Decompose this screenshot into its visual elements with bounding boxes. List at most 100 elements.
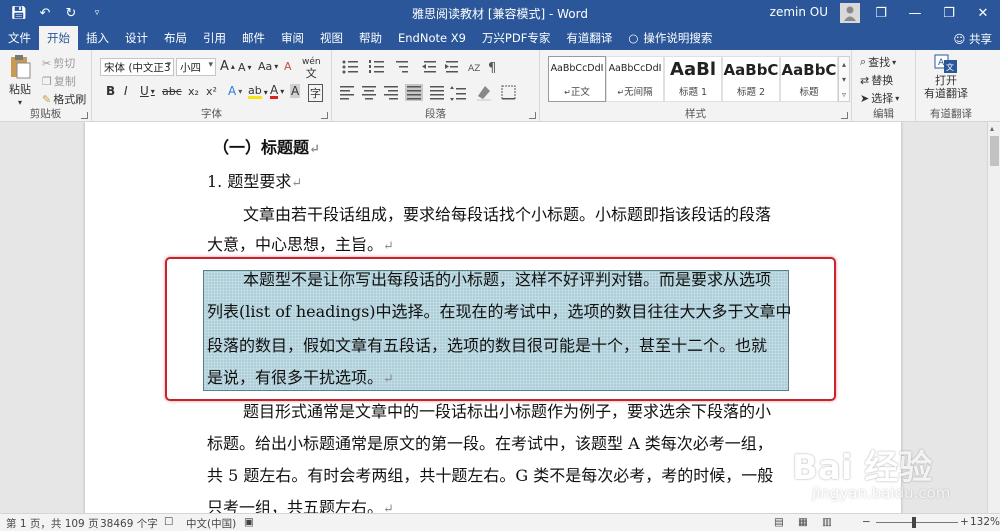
tab-home[interactable]: 开始 [39, 26, 78, 50]
style-normal[interactable]: AaBbCcDdI ↵正文 [548, 56, 606, 102]
style-title[interactable]: AaBbC 标题 [780, 56, 838, 102]
paragraph-launcher-icon[interactable] [529, 112, 536, 119]
tab-review[interactable]: 审阅 [273, 26, 312, 50]
zoom-slider-handle[interactable] [912, 517, 916, 528]
zoom-in-icon[interactable]: + [960, 516, 969, 528]
avatar[interactable] [840, 3, 860, 23]
tab-wondershare-pdf[interactable]: 万兴PDF专家 [474, 26, 558, 50]
replace-button[interactable]: ⇄ 替换 [860, 72, 893, 88]
font-name-select[interactable]: 宋体 (中文正3 ▾ [100, 58, 174, 76]
search-icon: ⌕ [860, 55, 867, 68]
tab-mailings[interactable]: 邮件 [234, 26, 273, 50]
zoom-level[interactable]: 132% [970, 516, 1000, 528]
macro-icon[interactable]: ▣ [244, 516, 254, 528]
style-no-spacing[interactable]: AaBbCcDdI ↵无间隔 [606, 56, 664, 102]
cut-button[interactable]: ✂ 剪切 [42, 55, 75, 71]
doc-text: 1. 题型要求 [207, 172, 292, 191]
find-button[interactable]: ⌕ 查找 ▾ [860, 54, 896, 70]
italic-button[interactable]: I [124, 84, 128, 98]
ribbon-display-icon[interactable]: ❐ [864, 0, 898, 26]
shrink-font-button[interactable]: A ▾ [238, 61, 252, 74]
word-count[interactable]: 38469 个字 [100, 516, 158, 531]
youdao-label: 有道翻译 [924, 87, 968, 100]
style-name: 标题 2 [736, 87, 766, 98]
read-mode-icon[interactable]: ▤ [774, 516, 784, 528]
style-name: 标题 [799, 87, 819, 98]
bold-button[interactable]: B [106, 84, 115, 98]
font-size-select[interactable]: 小四 ▾ [176, 58, 216, 76]
paste-label: 粘贴 [9, 83, 31, 96]
tab-view[interactable]: 视图 [312, 26, 351, 50]
group-youdao: A文 打开 有道翻译 有道翻译 [916, 50, 986, 122]
more-styles-icon[interactable]: ▿ [839, 87, 849, 102]
align-left-icon [340, 86, 354, 100]
style-heading-1[interactable]: AaBl 标题 1 [664, 56, 722, 102]
strikethrough-button[interactable]: abc [162, 85, 182, 98]
zoom-out-icon[interactable]: − [862, 516, 871, 528]
user-name[interactable]: zemin OU [770, 5, 828, 19]
scroll-thumb[interactable] [990, 136, 999, 166]
redo-icon[interactable]: ↻ [60, 6, 82, 21]
watermark-brand: Bai 经验 [792, 448, 933, 488]
tab-file[interactable]: 文件 [0, 26, 39, 50]
page-count[interactable]: 第 1 页，共 109 页 [6, 516, 99, 531]
heading-line: （一）标题题↵ [213, 138, 320, 160]
clear-format-button[interactable]: A [284, 60, 292, 73]
styles-scroll[interactable]: ▴ ▾ ▿ [838, 56, 850, 102]
font-color-icon: A [270, 83, 279, 99]
maximize-icon[interactable]: ❐ [932, 0, 966, 26]
text-effects-icon: A [228, 84, 237, 98]
style-name: ↵无间隔 [617, 87, 653, 98]
language-indicator[interactable]: 中文(中国) [186, 516, 236, 531]
highlight-button[interactable]: ab ▾ [248, 85, 268, 99]
tab-youdao[interactable]: 有道翻译 [558, 26, 620, 50]
tab-insert[interactable]: 插入 [78, 26, 117, 50]
phonetic-guide-button[interactable]: wén 文 [302, 58, 321, 80]
web-layout-icon[interactable]: ▥ [822, 516, 832, 528]
underline-icon: U [140, 84, 149, 98]
paste-button[interactable]: 粘贴 ▾ [8, 54, 32, 107]
format-painter-button[interactable]: ✎ 格式刷 [42, 91, 86, 107]
save-icon[interactable]: 💾︎ [8, 6, 30, 21]
tab-layout[interactable]: 布局 [156, 26, 195, 50]
undo-icon[interactable]: ↶ [34, 6, 56, 21]
close-icon[interactable]: ✕ [966, 0, 1000, 26]
share-button[interactable]: ☺︎ 共享 [953, 31, 992, 47]
style-name: 标题 1 [678, 87, 708, 98]
tab-endnote[interactable]: EndNote X9 [390, 26, 474, 50]
open-youdao-button[interactable]: A文 打开 有道翻译 [924, 54, 968, 100]
select-button[interactable]: ➤ 选择 ▾ [860, 90, 899, 106]
char-border-button[interactable]: 字 [308, 84, 323, 102]
underline-button[interactable]: U ▾ [140, 84, 155, 98]
change-case-button[interactable]: Aa ▾ [258, 60, 278, 73]
font-color-button[interactable]: A ▾ [270, 84, 284, 99]
zoom-slider[interactable] [876, 522, 958, 523]
proofing-icon[interactable]: ☐ [164, 516, 173, 528]
char-shading-button[interactable]: A [290, 84, 301, 98]
font-launcher-icon[interactable] [321, 112, 328, 119]
paragraph-tools[interactable]: AZ ¶ [338, 58, 534, 104]
bullets-icon [342, 60, 358, 74]
customize-qa-icon[interactable]: ▿ [86, 8, 108, 18]
tab-design[interactable]: 设计 [117, 26, 156, 50]
text-effects-button[interactable]: A ▾ [228, 84, 242, 98]
chevron-down-icon[interactable]: ▾ [839, 72, 849, 87]
grow-font-button[interactable]: A ▴ [220, 59, 235, 74]
doc-text: 共 5 题左右。有时会考两组，共十题左右。G 类不是每次必考，考的时候，一般 [207, 466, 774, 485]
scroll-up-icon[interactable]: ▴ [990, 124, 994, 133]
style-sample: AaBbCcDdI [608, 63, 662, 74]
tab-help[interactable]: 帮助 [351, 26, 390, 50]
superscript-button[interactable]: x² [206, 85, 217, 98]
chevron-up-icon[interactable]: ▴ [839, 57, 849, 72]
subscript-button[interactable]: x₂ [188, 85, 199, 98]
justify-icon [405, 84, 423, 101]
minimize-icon[interactable]: — [898, 0, 932, 26]
doc-line: 只考一组，共五题左右。↵ [207, 498, 394, 513]
styles-launcher-icon[interactable] [841, 112, 848, 119]
tell-me-search[interactable]: ○ 操作说明搜索 [620, 26, 720, 50]
print-layout-icon[interactable]: ▦ [798, 516, 808, 528]
style-heading-2[interactable]: AaBbC 标题 2 [722, 56, 780, 102]
copy-button[interactable]: ❐ 复制 [42, 73, 76, 89]
tab-references[interactable]: 引用 [195, 26, 234, 50]
clipboard-launcher-icon[interactable] [81, 112, 88, 119]
